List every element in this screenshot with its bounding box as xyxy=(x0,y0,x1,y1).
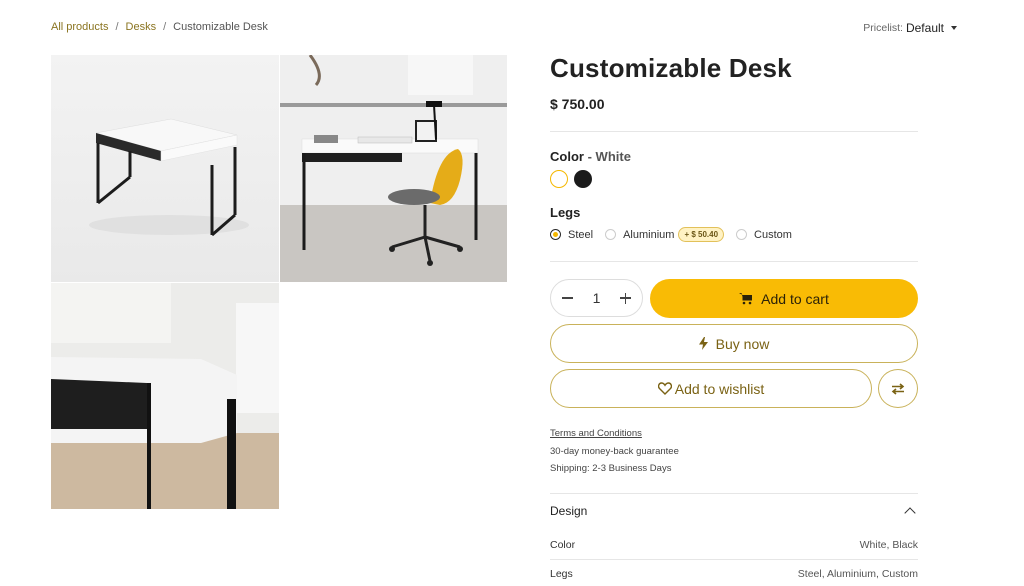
guarantee-text: 30-day money-back guarantee xyxy=(550,446,679,457)
product-image-closeup[interactable] xyxy=(51,283,279,509)
color-attribute-label: Color - White xyxy=(550,149,631,164)
add-to-wishlist-label: Add to wishlist xyxy=(674,380,765,397)
legs-radio-aluminium[interactable] xyxy=(605,229,617,240)
breadcrumb-separator: / xyxy=(115,21,119,33)
product-image-desk[interactable] xyxy=(51,55,279,282)
pricelist-label: Pricelist: xyxy=(863,22,903,34)
spec-name: Legs xyxy=(550,568,573,580)
add-to-cart-button[interactable]: Add to cart xyxy=(650,279,918,318)
bolt-icon xyxy=(698,337,708,350)
spec-name: Color xyxy=(550,539,576,551)
spec-row: Legs Steel, Aluminium, Custom xyxy=(550,568,918,580)
cart-icon xyxy=(739,293,753,305)
color-selected-value: White xyxy=(595,149,631,164)
legs-option-label: Custom xyxy=(754,228,792,241)
design-section-title: Design xyxy=(550,504,588,518)
terms-link[interactable]: Terms and Conditions xyxy=(550,428,642,439)
heart-icon xyxy=(657,382,672,395)
plus-icon[interactable] xyxy=(619,292,631,304)
pricelist-value: Default xyxy=(905,21,944,35)
spec-value: White, Black xyxy=(859,539,918,551)
exchange-icon xyxy=(891,382,905,395)
legs-option-label: Aluminium xyxy=(623,228,675,241)
legs-radio-steel[interactable] xyxy=(550,229,561,240)
desk-photo-1 xyxy=(89,118,249,237)
breadcrumb-all-products[interactable]: All products xyxy=(51,21,108,33)
divider xyxy=(550,261,918,262)
color-swatch-black[interactable] xyxy=(574,170,592,188)
breadcrumb-desks[interactable]: Desks xyxy=(126,21,157,33)
product-image-room[interactable] xyxy=(280,55,507,282)
legs-radio-custom[interactable] xyxy=(736,229,748,240)
add-to-cart-label: Add to cart xyxy=(761,290,829,307)
caret-down-icon xyxy=(951,26,957,30)
add-to-wishlist-button[interactable]: Add to wishlist xyxy=(550,369,872,408)
legs-label: Legs xyxy=(550,205,581,220)
divider xyxy=(550,559,918,560)
quantity-stepper: 1 xyxy=(550,279,643,317)
color-dash: - xyxy=(587,149,592,164)
divider xyxy=(550,493,918,494)
buy-now-label: Buy now xyxy=(715,335,770,352)
product-title: Customizable Desk xyxy=(550,53,792,83)
quantity-value[interactable]: 1 xyxy=(593,290,601,306)
divider xyxy=(550,131,918,132)
breadcrumb-separator: / xyxy=(163,21,167,33)
spec-row: Color White, Black xyxy=(550,539,918,551)
buy-now-button[interactable]: Buy now xyxy=(550,324,918,363)
breadcrumb: All products / Desks / Customizable Desk xyxy=(51,21,268,33)
spec-value: Steel, Aluminium, Custom xyxy=(797,568,918,580)
price-extra-badge: + $ 50.40 xyxy=(678,227,725,242)
legs-options: Steel Aluminium + $ 50.40 Custom xyxy=(550,227,792,242)
color-swatch-white[interactable] xyxy=(550,170,568,188)
design-section-toggle[interactable]: Design xyxy=(550,504,918,519)
chevron-up-icon xyxy=(904,507,916,519)
color-label: Color xyxy=(550,149,584,164)
compare-button[interactable] xyxy=(878,369,918,408)
desk-photo-2 xyxy=(280,55,507,282)
shipping-text: Shipping: 2-3 Business Days xyxy=(550,463,672,474)
minus-icon[interactable] xyxy=(562,297,573,299)
product-price: $ 750.00 xyxy=(550,96,605,112)
desk-photo-3 xyxy=(51,283,279,509)
breadcrumb-current: Customizable Desk xyxy=(173,21,268,33)
legs-option-label: Steel xyxy=(568,228,594,241)
pricelist-dropdown[interactable]: Pricelist: Default xyxy=(863,21,957,35)
